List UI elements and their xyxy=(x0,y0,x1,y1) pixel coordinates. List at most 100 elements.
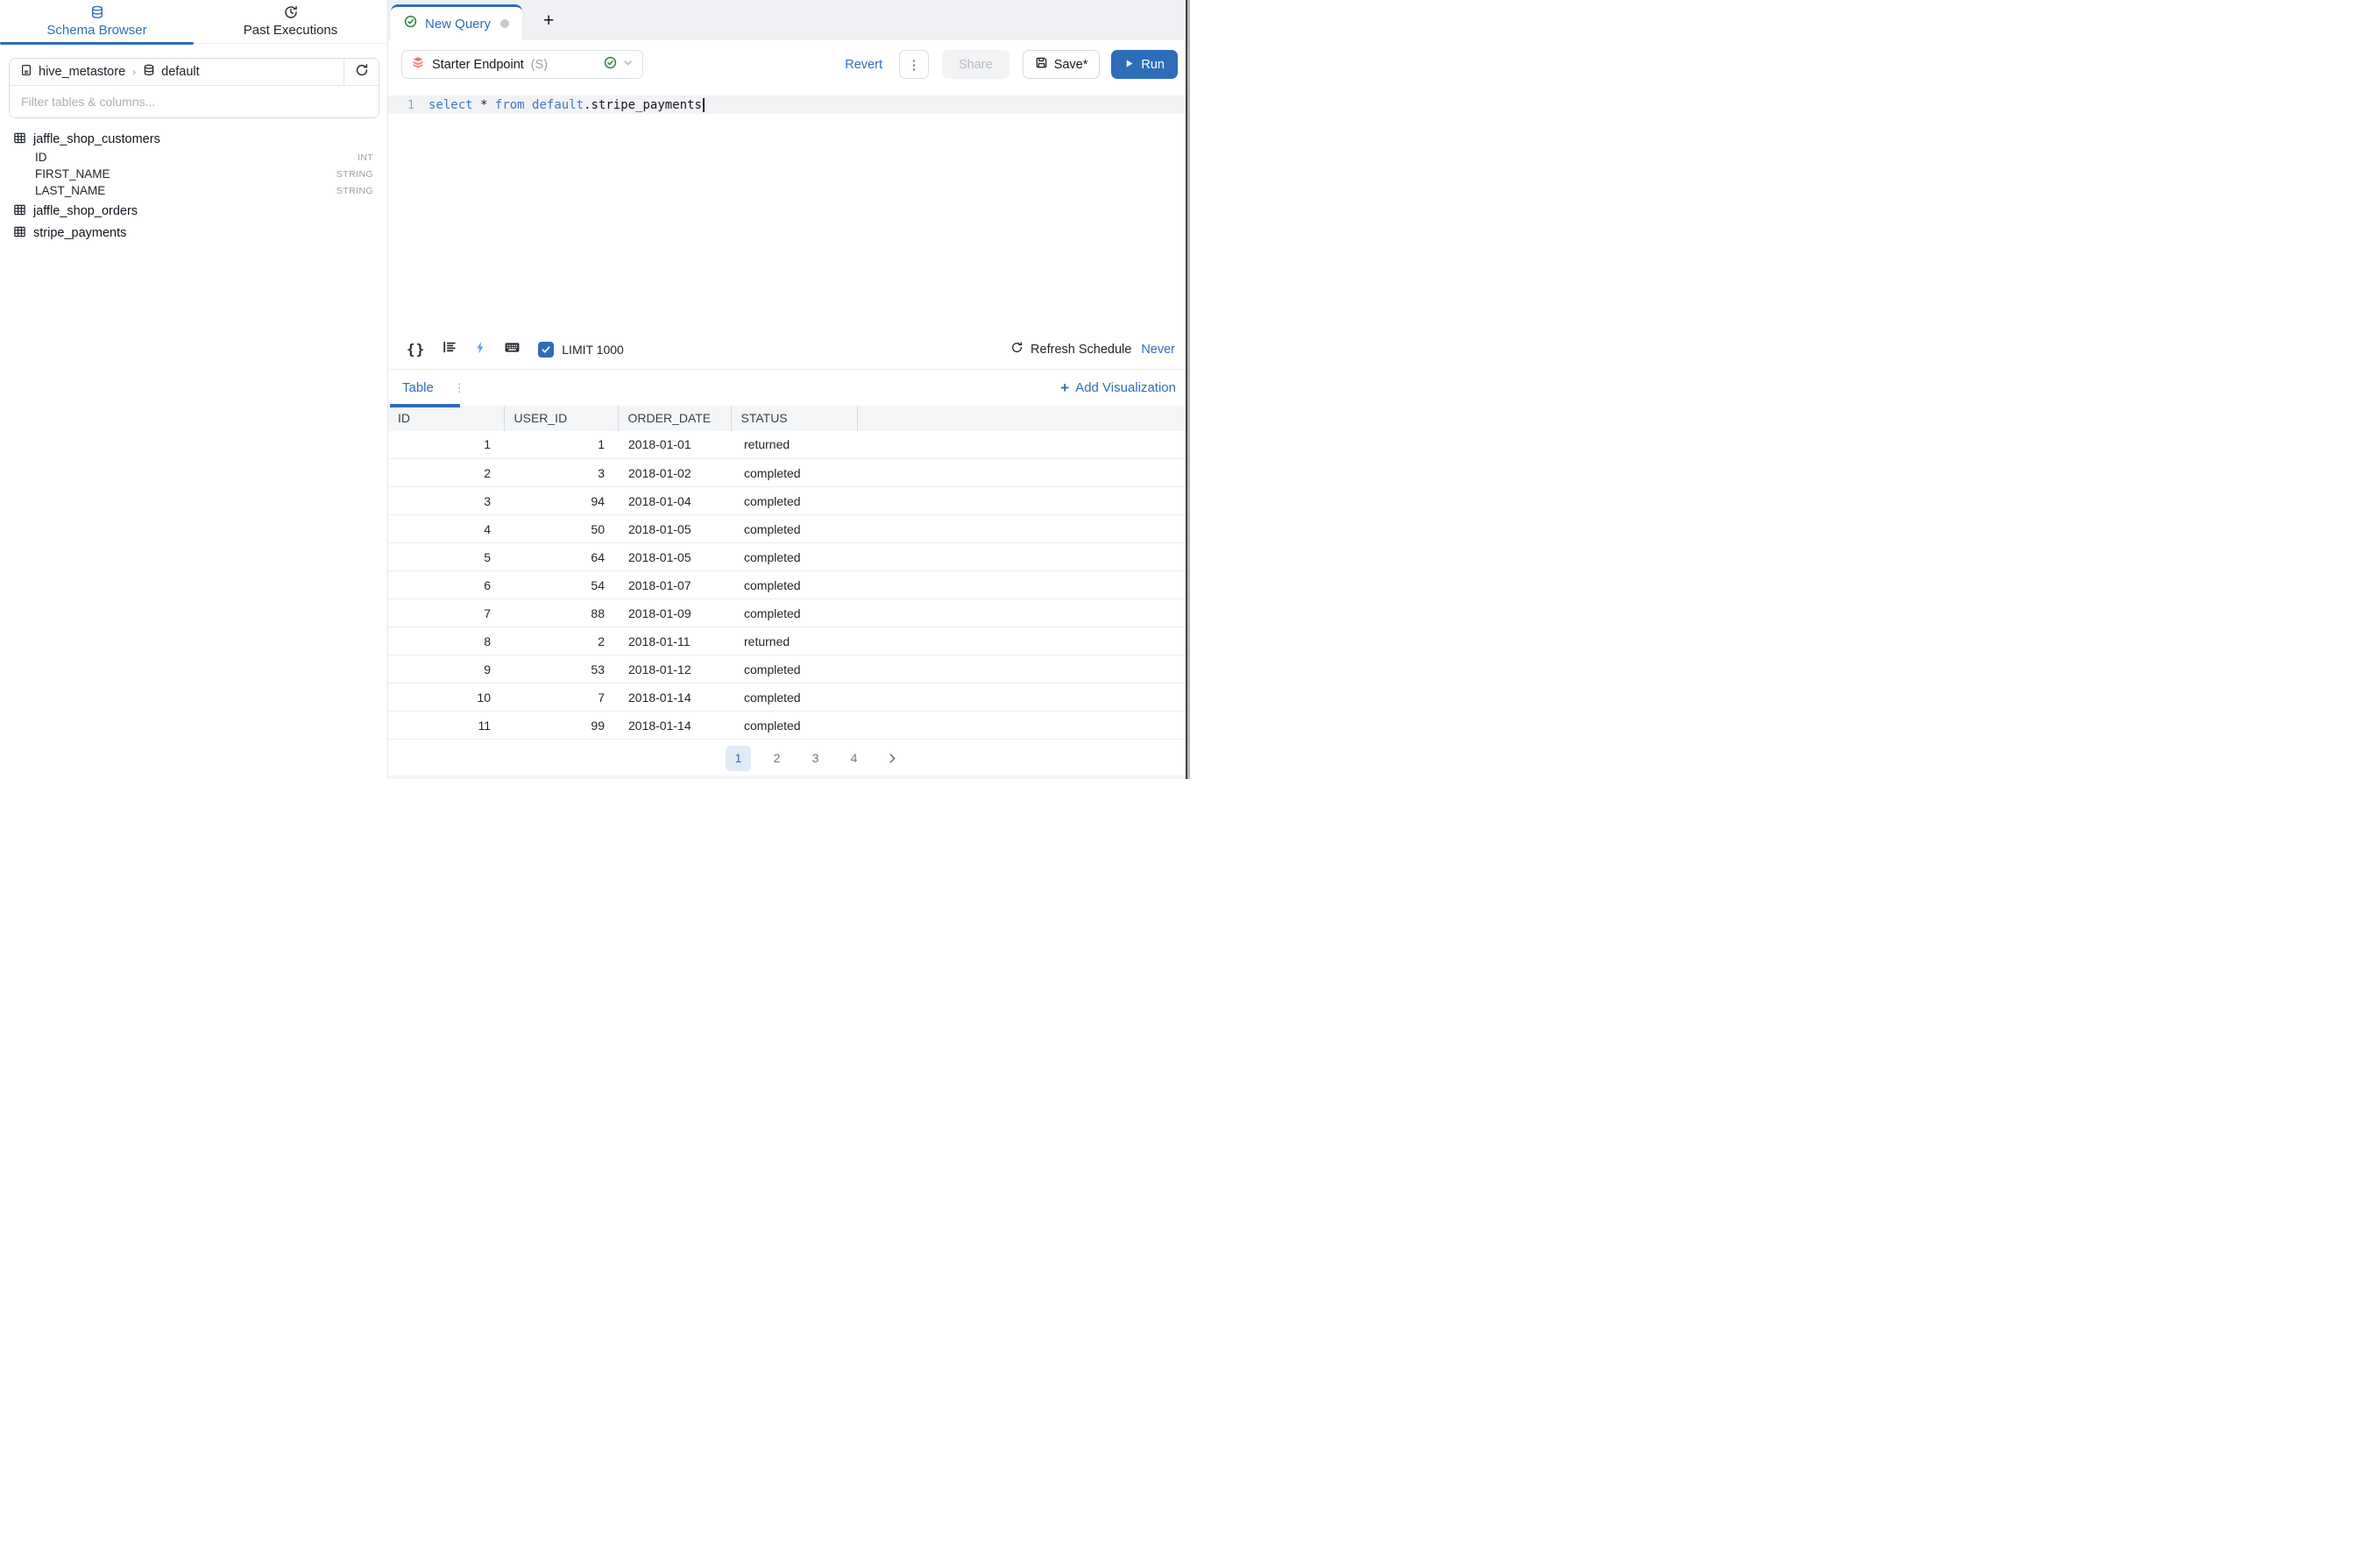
refresh-schedule-value[interactable]: Never xyxy=(1141,343,1175,357)
results-cell: returned xyxy=(731,431,857,459)
breadcrumb-schema[interactable]: default xyxy=(161,65,200,79)
refresh-schema-button[interactable] xyxy=(344,59,379,85)
catalog-icon xyxy=(20,64,32,80)
table-name: jaffle_shop_customers xyxy=(33,132,160,146)
sql-token: stripe_payments xyxy=(591,98,702,112)
tab-past-executions[interactable]: Past Executions xyxy=(194,0,387,43)
horizontal-scrollbar-track[interactable] xyxy=(388,775,1190,779)
sql-token xyxy=(473,98,480,112)
tab-past-executions-label: Past Executions xyxy=(244,23,338,38)
results-column-header[interactable]: ORDER_DATE xyxy=(618,406,731,431)
schema-column-row[interactable]: ID INT xyxy=(13,149,373,166)
endpoint-status xyxy=(604,56,634,74)
table-row: 822018-01-11returned xyxy=(388,627,1190,655)
pagination-page-1[interactable]: 1 xyxy=(726,746,751,771)
results-cell: 54 xyxy=(504,571,618,599)
live-autocomplete-button[interactable] xyxy=(474,340,487,359)
schema-column-row[interactable]: LAST_NAMESTRING xyxy=(13,182,373,199)
results-cell-empty xyxy=(857,683,1190,712)
format-query-button[interactable]: {} xyxy=(407,341,425,358)
results-cell: 2 xyxy=(504,627,618,655)
results-cell: 4 xyxy=(388,515,504,543)
results-cell: 88 xyxy=(504,599,618,627)
column-type: INT xyxy=(358,152,373,163)
results-cell: 7 xyxy=(504,683,618,712)
more-actions-button[interactable]: ⋮ xyxy=(899,50,929,79)
results-cell: 2018-01-12 xyxy=(618,655,731,683)
save-button[interactable]: Save* xyxy=(1023,50,1101,79)
keyboard-shortcuts-button[interactable] xyxy=(504,339,521,360)
editor-active-line[interactable]: 1 select * from default.stripe_payments xyxy=(388,96,1190,114)
results-cell-empty xyxy=(857,543,1190,571)
share-button[interactable]: Share xyxy=(942,50,1009,79)
schema-table-row[interactable]: stripe_payments xyxy=(13,223,373,243)
results-cell: 3 xyxy=(504,459,618,487)
column-name: ID xyxy=(35,151,47,164)
table-icon xyxy=(13,225,26,242)
results-cell: 53 xyxy=(504,655,618,683)
results-cell: completed xyxy=(731,712,857,740)
sql-code-text: select * from default.stripe_payments xyxy=(420,98,705,112)
tab-schema-browser-label: Schema Browser xyxy=(46,23,146,38)
results-cell: completed xyxy=(731,683,857,712)
results-cell: 10 xyxy=(388,683,504,712)
run-button[interactable]: Run xyxy=(1111,50,1178,79)
results-column-header[interactable]: ID xyxy=(388,406,504,431)
results-cell: completed xyxy=(731,571,857,599)
schema-table-row[interactable]: jaffle_shop_customers xyxy=(13,130,373,149)
results-cell: 5 xyxy=(388,543,504,571)
results-cell: 2018-01-05 xyxy=(618,543,731,571)
refresh-schedule-group: Refresh Schedule Never xyxy=(1010,341,1175,358)
add-query-tab-button[interactable]: + xyxy=(536,8,561,33)
results-cell: completed xyxy=(731,515,857,543)
schema-table-row[interactable]: jaffle_shop_orders xyxy=(13,202,373,221)
pagination-page-3[interactable]: 3 xyxy=(803,746,828,771)
endpoint-selector[interactable]: Starter Endpoint (S) xyxy=(401,50,643,79)
breadcrumb[interactable]: hive_metastore › default xyxy=(10,59,344,85)
results-cell: 2018-01-01 xyxy=(618,431,731,459)
results-cell: completed xyxy=(731,655,857,683)
results-cell: 2018-01-02 xyxy=(618,459,731,487)
results-cell: 1 xyxy=(388,431,504,459)
table-row: 3942018-01-04completed xyxy=(388,487,1190,515)
results-cell-empty xyxy=(857,655,1190,683)
run-button-label: Run xyxy=(1141,58,1165,72)
tab-schema-browser[interactable]: Schema Browser xyxy=(0,0,194,43)
line-number: 1 xyxy=(388,98,420,112)
results-tab-table[interactable]: Table xyxy=(402,380,434,395)
query-tab-new-query[interactable]: New Query xyxy=(391,4,522,40)
schema-picker: hive_metastore › default xyxy=(9,58,379,118)
results-cell: 3 xyxy=(388,487,504,515)
limit-checkbox[interactable] xyxy=(538,342,554,358)
check-circle-icon xyxy=(404,15,417,32)
filter-tables-input[interactable] xyxy=(10,86,379,117)
pagination-page-2[interactable]: 2 xyxy=(764,746,790,771)
results-cell: 2018-01-04 xyxy=(618,487,731,515)
kebab-icon: ⋮ xyxy=(907,57,920,73)
refresh-schedule-icon xyxy=(1010,341,1024,358)
table-icon xyxy=(13,203,26,220)
revert-button[interactable]: Revert xyxy=(845,58,882,72)
results-cell: 2018-01-05 xyxy=(618,515,731,543)
table-row: 4502018-01-05completed xyxy=(388,515,1190,543)
plus-icon: + xyxy=(1060,380,1069,395)
results-cell: 11 xyxy=(388,712,504,740)
window-scrollbar-edge[interactable] xyxy=(1186,0,1190,779)
add-visualization-button[interactable]: + Add Visualization xyxy=(1060,380,1176,395)
pagination-page-4[interactable]: 4 xyxy=(841,746,867,771)
sql-token: . xyxy=(584,98,591,112)
visualization-kebab-icon[interactable]: ⋮ xyxy=(454,382,465,393)
autocomplete-toggle-button[interactable] xyxy=(442,339,457,359)
limit-label: LIMIT 1000 xyxy=(562,343,624,357)
pagination-next-button[interactable] xyxy=(880,746,905,771)
add-visualization-label: Add Visualization xyxy=(1075,380,1176,395)
breadcrumb-catalog[interactable]: hive_metastore xyxy=(39,65,125,79)
save-button-label: Save* xyxy=(1054,58,1088,72)
results-column-header[interactable]: USER_ID xyxy=(504,406,618,431)
sql-editor[interactable]: 1 select * from default.stripe_payments xyxy=(388,89,1190,330)
results-column-header[interactable]: STATUS xyxy=(731,406,857,431)
column-name: FIRST_NAME xyxy=(35,167,110,181)
schema-column-row[interactable]: FIRST_NAMESTRING xyxy=(13,166,373,182)
play-icon xyxy=(1124,58,1134,72)
braces-icon: {} xyxy=(407,341,425,358)
